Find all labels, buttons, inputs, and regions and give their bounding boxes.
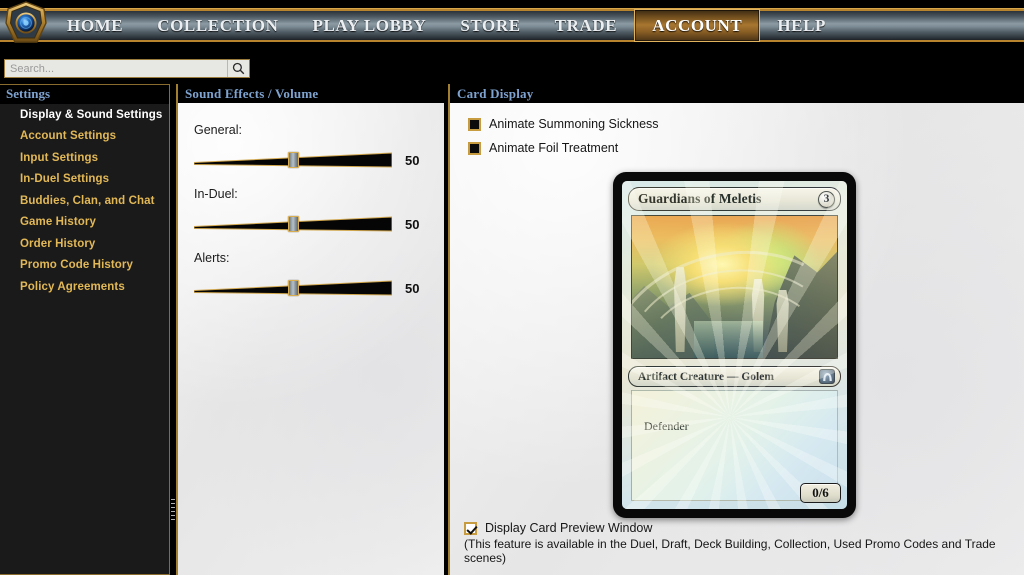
orb-logo-icon	[3, 1, 49, 45]
sound-panel-title: Sound Effects / Volume	[185, 85, 319, 101]
search-icon	[232, 62, 245, 75]
sidebar-item-label: Display & Sound Settings	[20, 108, 163, 121]
card-type-line-bar: Artifact Creature — Golem	[628, 366, 841, 387]
mana-cost-value: 3	[823, 193, 830, 205]
slider-track-in-duel[interactable]	[194, 215, 392, 233]
sidebar-item-policy-agreements[interactable]: Policy Agreements	[0, 276, 169, 298]
preview-window-note: (This feature is available in the Duel, …	[464, 537, 996, 565]
sidebar-item-account-settings[interactable]: Account Settings	[0, 126, 169, 148]
sound-panel-header: Sound Effects / Volume	[178, 84, 444, 103]
card-display-panel: Card Display Animate Summoning Sickness …	[448, 84, 1024, 575]
slider-label-general: General:	[194, 123, 242, 137]
card-panel-title: Card Display	[457, 85, 534, 101]
card-preview-window-option-block: Display Card Preview Window (This featur…	[464, 521, 1014, 565]
sidebar-title-text: Settings	[6, 86, 51, 101]
slider-thumb-in-duel[interactable]	[288, 216, 299, 232]
settings-sidebar: Settings Display & Sound Settings Accoun…	[0, 84, 170, 575]
nav-label: COLLECTION	[157, 15, 279, 35]
search-row	[0, 46, 1024, 82]
card-panel-header: Card Display	[450, 84, 1024, 103]
card-type-line: Artifact Creature — Golem	[638, 370, 774, 383]
sidebar-item-label: Account Settings	[20, 130, 117, 143]
nav-items: HOME COLLECTION PLAY LOBBY STORE TRADE A…	[50, 9, 843, 42]
sidebar-item-input-settings[interactable]: Input Settings	[0, 147, 169, 169]
nav-item-home[interactable]: HOME	[50, 9, 140, 42]
slider-row-alerts: 50	[194, 279, 444, 297]
slider-track-alerts[interactable]	[194, 279, 392, 297]
mana-cost-icon: 3	[818, 190, 835, 208]
nav-label: ACCOUNT	[652, 15, 743, 35]
card-title-bar: Guardians of Meletis 3	[628, 187, 841, 211]
sidebar-item-game-history[interactable]: Game History	[0, 212, 169, 234]
power-toughness-value: 0/6	[812, 485, 829, 500]
nav-item-trade[interactable]: TRADE	[538, 9, 635, 42]
search-button[interactable]	[227, 60, 249, 77]
sidebar-item-label: Input Settings	[20, 151, 99, 164]
nav-item-store[interactable]: STORE	[443, 9, 537, 42]
sidebar-item-in-duel-settings[interactable]: In-Duel Settings	[0, 169, 169, 191]
sidebar-item-promo-code-history[interactable]: Promo Code History	[0, 255, 169, 277]
search-input[interactable]	[5, 60, 227, 77]
checkbox-animate-foil-treatment[interactable]	[468, 141, 481, 155]
card-name: Guardians of Meletis	[638, 191, 762, 206]
magic-origins-set-icon	[819, 369, 835, 384]
slider-value-general: 50	[405, 152, 420, 168]
nav-item-help[interactable]: HELP	[760, 9, 843, 42]
slider-track-general[interactable]	[194, 151, 392, 169]
sidebar-item-display-and-sound-settings[interactable]: Display & Sound Settings	[0, 104, 169, 126]
slider-label-alerts: Alerts:	[194, 251, 230, 265]
checkbox-display-card-preview-window[interactable]	[464, 521, 477, 535]
slider-row-in-duel: 50	[194, 215, 444, 233]
sidebar-item-buddies-clan-and-chat[interactable]: Buddies, Clan, and Chat	[0, 190, 169, 212]
slider-row-general: 50	[194, 151, 444, 169]
sidebar-title: Settings	[0, 85, 169, 104]
option-label: Animate Foil Treatment	[489, 141, 619, 155]
card-artwork	[631, 215, 838, 359]
nav-label: PLAY LOBBY	[312, 15, 427, 35]
card-inner-frame: Guardians of Meletis 3 Artifact Creature…	[622, 181, 847, 509]
sidebar-item-label: Policy Agreements	[20, 280, 125, 293]
slider-value-alerts: 50	[405, 280, 420, 296]
power-toughness-badge: 0/6	[800, 483, 841, 503]
option-label: Animate Summoning Sickness	[489, 117, 659, 131]
nav-item-collection[interactable]: COLLECTION	[140, 9, 295, 42]
sound-effects-panel: Sound Effects / Volume General: 50 In-Du…	[176, 84, 444, 575]
top-navigation-bar: HOME COLLECTION PLAY LOBBY STORE TRADE A…	[0, 0, 1024, 46]
magic-card[interactable]: Guardians of Meletis 3 Artifact Creature…	[613, 172, 856, 518]
card-rules-text: Defender	[644, 419, 689, 433]
nav-item-account[interactable]: ACCOUNT	[634, 9, 761, 42]
slider-thumb-alerts[interactable]	[288, 280, 299, 296]
card-preview[interactable]: Guardians of Meletis 3 Artifact Creature…	[613, 172, 856, 518]
sidebar-item-order-history[interactable]: Order History	[0, 233, 169, 255]
sidebar-item-label: Order History	[20, 237, 96, 250]
checkbox-animate-summoning-sickness[interactable]	[468, 117, 481, 131]
slider-value-in-duel: 50	[405, 216, 420, 232]
nav-label: HOME	[67, 15, 124, 35]
sidebar-item-label: In-Duel Settings	[20, 173, 110, 186]
slider-thumb-general[interactable]	[288, 152, 299, 168]
option-animate-foil-treatment[interactable]: Animate Foil Treatment	[468, 141, 1024, 155]
slider-label-in-duel: In-Duel:	[194, 187, 238, 201]
sidebar-item-label: Buddies, Clan, and Chat	[20, 194, 155, 207]
search-box	[4, 59, 250, 78]
app-window: HOME COLLECTION PLAY LOBBY STORE TRADE A…	[0, 0, 1024, 575]
nav-item-play-lobby[interactable]: PLAY LOBBY	[295, 9, 443, 42]
card-display-options: Animate Summoning Sickness Animate Foil …	[450, 103, 1024, 155]
option-display-card-preview-window[interactable]: Display Card Preview Window	[464, 521, 1014, 535]
option-animate-summoning-sickness[interactable]: Animate Summoning Sickness	[468, 117, 1024, 131]
sliders-area: General: 50 In-Duel: 50 Alerts: 50	[178, 103, 444, 297]
sidebar-item-label: Game History	[20, 216, 96, 229]
option-label: Display Card Preview Window	[485, 521, 653, 535]
nav-label: TRADE	[554, 15, 618, 35]
nav-label: STORE	[460, 15, 521, 35]
sidebar-item-label: Promo Code History	[20, 259, 133, 272]
splitter-grip-icon[interactable]	[171, 499, 175, 521]
nav-label: HELP	[777, 15, 827, 35]
